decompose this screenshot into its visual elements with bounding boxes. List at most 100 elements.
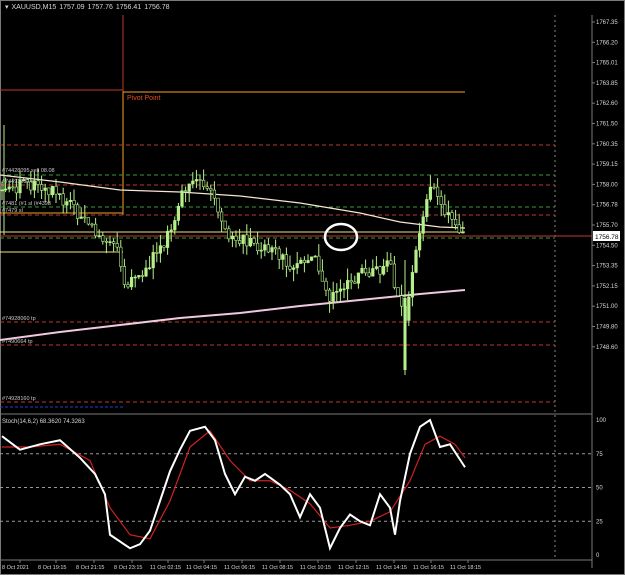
candle-body [381, 266, 386, 275]
candle-body [320, 270, 325, 282]
candle-body [353, 281, 357, 284]
candle-body [144, 267, 148, 277]
order-label: #74428095 sell 08.08 [2, 168, 55, 174]
candle-body [68, 200, 72, 202]
candle-body [331, 292, 335, 302]
candle-body [166, 230, 170, 248]
candle-body [345, 280, 350, 290]
candle-body [277, 248, 281, 260]
candle-body [291, 267, 296, 270]
candle-body [313, 255, 317, 258]
candle-body [205, 186, 209, 189]
candle-body [248, 237, 253, 247]
candle-body [417, 233, 422, 251]
candle-body [7, 186, 11, 190]
candle-body [72, 200, 76, 206]
candle-body [349, 280, 353, 283]
candle-body [259, 249, 263, 252]
order-label: #7479 sl [2, 208, 23, 214]
candle-body [4, 188, 8, 191]
candle-body [317, 255, 321, 272]
candle-body [342, 288, 346, 291]
candle-body [288, 265, 292, 270]
candle-body [252, 237, 256, 244]
price-label: 1751.00 [596, 304, 618, 310]
candle-body [198, 179, 202, 181]
candle-body [439, 196, 443, 205]
candle-body [263, 244, 267, 251]
order-label: #7481 (#1 sl (#4393 [2, 201, 51, 207]
candle-body [446, 212, 451, 216]
candle-body [403, 298, 407, 370]
order-labels: #74428095 sell 08.08 #74493982 sl #7481 (#… [2, 168, 55, 402]
candle-body [126, 284, 130, 288]
candle-body [155, 252, 159, 254]
candle-body [112, 241, 116, 244]
candle-body [122, 266, 126, 285]
candle-body [47, 187, 51, 196]
price-label: 1756.78 [596, 203, 618, 209]
stochastic-level-label: 25 [596, 519, 603, 525]
candle-body [238, 240, 242, 244]
time-label: 8 Oct 21:15 [76, 565, 104, 571]
time-label: 11 Oct 10:15 [300, 565, 331, 571]
candle-body [241, 234, 245, 244]
candle-body [234, 235, 238, 241]
candle-body [461, 231, 465, 234]
candle-body [374, 266, 379, 269]
candle-body [363, 267, 368, 274]
candle-body [39, 184, 44, 191]
candle-body [57, 193, 62, 195]
candle-body [273, 247, 278, 250]
candle-body [140, 275, 145, 277]
price-label: 1763.85 [596, 81, 618, 87]
candle-body [36, 180, 40, 185]
candle-body [176, 205, 181, 221]
candle-body [180, 190, 184, 207]
candle-body [299, 259, 303, 264]
candle-body [371, 268, 375, 277]
candle-body [302, 259, 307, 263]
time-label: 11 Oct 02:15 [150, 565, 181, 571]
stochastic-header: Stoch(14,6,2) 68.3620 74.3263 [2, 419, 85, 425]
candle-body [184, 190, 188, 193]
time-label: 8 Oct 2021 [2, 565, 29, 571]
candle-body [133, 276, 137, 279]
candle-body [266, 244, 271, 253]
candle-body [187, 183, 191, 192]
candle-body [385, 260, 389, 267]
candle-body [432, 186, 436, 189]
stochastic-level-label: 75 [596, 452, 603, 458]
time-label: 11 Oct 04:15 [186, 565, 217, 571]
candle-body [130, 277, 134, 288]
time-label: 8 Oct 23:15 [114, 565, 142, 571]
chart-window: ▾ XAUUSD,M15 1757.09 1757.76 1756.41 1756.78 … [0, 0, 625, 575]
candle-body [220, 211, 224, 222]
order-label: #74493982 sl [2, 179, 35, 185]
candle-body [169, 229, 173, 232]
price-chart[interactable]: Pivot Point #74428095 sell 08.08 #7449398… [0, 0, 625, 575]
candle-body [435, 186, 440, 197]
candle-body [54, 186, 58, 195]
candle-body [428, 186, 433, 200]
candle-body [245, 234, 249, 247]
candle-body [414, 249, 418, 273]
candle-body [65, 201, 69, 206]
candle-body [392, 263, 397, 288]
candle-body [443, 204, 447, 216]
candle-body [306, 260, 310, 263]
order-label: #74928060 tp [2, 316, 36, 322]
candle-body [97, 235, 101, 237]
candle-body [389, 260, 393, 265]
candle-body [104, 240, 108, 243]
candle-body [338, 288, 343, 292]
candle-body [151, 252, 155, 269]
candle-body [324, 280, 328, 291]
candle-body [360, 267, 364, 274]
stochastic-level-label: 100 [596, 418, 607, 424]
candle-body [450, 212, 454, 220]
price-axis: 1767.35 1766.20 1765.01 1763.85 1762.60 1761.… [592, 20, 618, 351]
candle-body [202, 179, 206, 188]
stochastic-main-line [1, 418, 466, 552]
price-label: 1748.60 [596, 345, 618, 351]
